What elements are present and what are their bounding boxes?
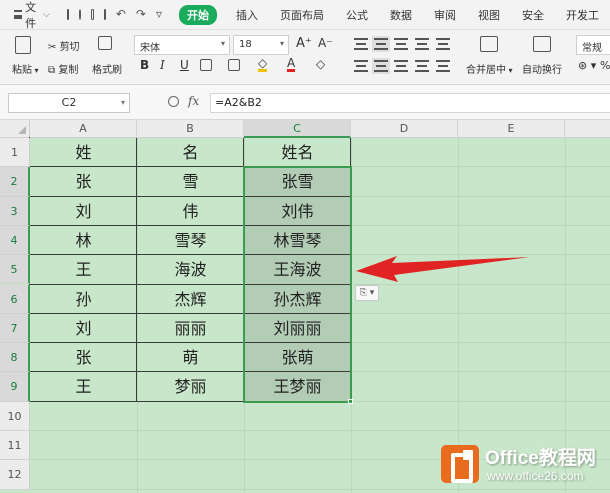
arrow-annotation (356, 256, 530, 282)
office-logo-icon (441, 445, 479, 483)
red-arrow-icon (356, 256, 530, 282)
watermark-logo: Office教程网 www.office26.com (441, 443, 601, 487)
watermark-url: www.office26.com (487, 469, 584, 483)
watermark-title: Office教程网 (485, 448, 596, 469)
